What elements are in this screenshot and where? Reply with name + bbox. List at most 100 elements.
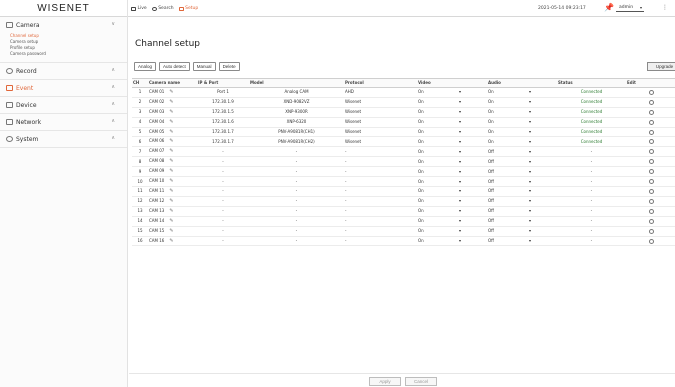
camera-setup-icon[interactable] <box>649 99 654 105</box>
video-dropdown-cell[interactable]: ▾ <box>458 196 487 207</box>
table-row[interactable]: 14 CAM 14 ✎ - - - On ▾ Off ▾ - <box>132 216 675 227</box>
camera-setup-icon[interactable] <box>649 149 654 155</box>
table-row[interactable]: 3 CAM 03 ✎ 172.30.1.5 XNP-9300R Wisenet On ▾ On ▾… <box>132 107 675 118</box>
table-row[interactable]: 6 CAM 06 ✎ 172.30.1.7 PNV-A9081R(CH2) Wisenet… <box>132 136 675 148</box>
cancel-button[interactable]: Cancel <box>405 377 437 386</box>
table-row[interactable]: 10 CAM 10 ✎ - - - On ▾ Off ▾ - <box>132 176 675 187</box>
audio-dropdown-cell[interactable]: ▾ <box>528 107 557 118</box>
camera-setup-icon[interactable] <box>649 89 654 95</box>
video-dropdown-cell[interactable]: ▾ <box>458 206 487 217</box>
camera-setup-icon[interactable] <box>649 179 654 185</box>
camera-setup-icon[interactable] <box>649 159 654 165</box>
more-icon[interactable]: ⋮ <box>662 4 668 11</box>
audio-dropdown-cell[interactable]: ▾ <box>528 117 557 128</box>
audio-dropdown-cell[interactable]: ▾ <box>528 206 557 217</box>
audio-dropdown-cell[interactable]: ▾ <box>528 186 557 197</box>
table-row[interactable]: 9 CAM 09 ✎ - - - On ▾ Off ▾ - <box>132 166 675 178</box>
analog-button[interactable]: Analog <box>134 62 157 71</box>
table-row[interactable]: 15 CAM 15 ✎ - - - On ▾ Off ▾ - <box>132 226 675 237</box>
video-dropdown-cell[interactable]: ▾ <box>458 146 487 158</box>
manual-button[interactable]: Manual <box>192 62 216 71</box>
pencil-icon[interactable]: ✎ <box>169 129 173 136</box>
table-row[interactable]: 5 CAM 05 ✎ 172.30.1.7 PNV-A9081R(CH1) Wisenet… <box>132 127 675 138</box>
sidebar-item-device[interactable]: Device ∧ <box>0 97 127 113</box>
table-row[interactable]: 13 CAM 13 ✎ - - - On ▾ Off ▾ - <box>132 206 675 217</box>
camera-setup-icon[interactable] <box>649 119 654 125</box>
nav-setup[interactable]: Setup <box>178 6 198 11</box>
video-dropdown-cell[interactable]: ▾ <box>458 127 487 138</box>
pencil-icon[interactable]: ✎ <box>169 89 173 96</box>
pencil-icon[interactable]: ✎ <box>169 178 173 185</box>
audio-dropdown-cell[interactable]: ▾ <box>528 176 557 187</box>
pencil-icon[interactable]: ✎ <box>169 109 173 116</box>
audio-dropdown-cell[interactable]: ▾ <box>528 216 557 227</box>
camera-setup-icon[interactable] <box>649 238 654 244</box>
video-dropdown-cell[interactable]: ▾ <box>458 136 487 148</box>
audio-dropdown-cell[interactable]: ▾ <box>528 196 557 207</box>
video-dropdown-cell[interactable]: ▾ <box>458 156 487 168</box>
sidebar-subitem-camera-password[interactable]: Camera password <box>10 51 127 57</box>
audio-dropdown-cell[interactable]: ▾ <box>528 127 557 138</box>
camera-setup-icon[interactable] <box>649 129 654 135</box>
upgrade-button[interactable]: Upgrade <box>647 62 675 71</box>
camera-setup-icon[interactable] <box>649 139 654 145</box>
audio-dropdown-cell[interactable]: ▾ <box>528 226 557 237</box>
pencil-icon[interactable]: ✎ <box>169 119 173 126</box>
video-dropdown-cell[interactable]: ▾ <box>458 186 487 197</box>
audio-dropdown-cell[interactable]: ▾ <box>528 166 557 178</box>
video-dropdown-cell[interactable]: ▾ <box>458 117 487 128</box>
audio-dropdown-cell[interactable]: ▾ <box>528 87 557 98</box>
pencil-icon[interactable]: ✎ <box>169 168 173 175</box>
pencil-icon[interactable]: ✎ <box>169 208 173 215</box>
nav-search[interactable]: Search <box>151 6 174 11</box>
delete-button[interactable]: Delete <box>218 62 240 71</box>
table-row[interactable]: 8 CAM 08 ✎ - - - On ▾ Off ▾ - <box>132 156 675 168</box>
pencil-icon[interactable]: ✎ <box>169 148 173 155</box>
pencil-icon[interactable]: ✎ <box>169 158 173 165</box>
camera-setup-icon[interactable] <box>649 228 654 234</box>
pencil-icon[interactable]: ✎ <box>169 238 173 245</box>
video-dropdown-cell[interactable]: ▾ <box>458 236 487 247</box>
audio-dropdown-cell[interactable]: ▾ <box>528 97 557 108</box>
sidebar-item-camera[interactable]: Camera ∨ <box>0 17 127 33</box>
video-dropdown-cell[interactable]: ▾ <box>458 176 487 187</box>
camera-setup-icon[interactable] <box>649 188 654 194</box>
nav-live[interactable]: Live <box>131 6 147 11</box>
pencil-icon[interactable]: ✎ <box>169 218 173 225</box>
video-dropdown-cell[interactable]: ▾ <box>458 107 487 118</box>
video-dropdown-cell[interactable]: ▾ <box>458 97 487 108</box>
audio-dropdown-cell[interactable]: ▾ <box>528 146 557 158</box>
camera-setup-icon[interactable] <box>649 169 654 175</box>
table-row[interactable]: 4 CAM 04 ✎ 172.30.1.6 XNP-6320 Wisenet On ▾ On ▾ C… <box>132 117 675 128</box>
camera-setup-icon[interactable] <box>649 198 654 204</box>
pencil-icon[interactable]: ✎ <box>169 188 173 195</box>
pencil-icon[interactable]: ✎ <box>169 99 173 106</box>
sidebar-item-record[interactable]: Record ∧ <box>0 63 127 79</box>
apply-button[interactable]: Apply <box>369 377 401 386</box>
pencil-icon[interactable]: ✎ <box>169 198 173 205</box>
sidebar-item-system[interactable]: System ∧ <box>0 131 127 147</box>
table-row[interactable]: 16 CAM 16 ✎ - - - On ▾ Off ▾ - <box>132 236 675 247</box>
camera-setup-icon[interactable] <box>649 218 654 224</box>
pin-icon[interactable]: 📌 <box>604 4 614 12</box>
camera-setup-icon[interactable] <box>649 109 654 115</box>
table-row[interactable]: 2 CAM 02 ✎ 172.30.1.9 XND-9082VZ Wisenet On ▾ On… <box>132 97 675 108</box>
sidebar-item-network[interactable]: Network ∧ <box>0 114 127 130</box>
pencil-icon[interactable]: ✎ <box>169 228 173 235</box>
table-row[interactable]: 1 CAM 01 ✎ Port 1 Analog CAM AHD On ▾ On ▾ Connect… <box>132 87 675 98</box>
table-row[interactable]: 11 CAM 11 ✎ - - - On ▾ Off ▾ - <box>132 186 675 197</box>
audio-dropdown-cell[interactable]: ▾ <box>528 156 557 168</box>
table-row[interactable]: 7 CAM 07 ✎ - - - On ▾ Off ▾ - <box>132 146 675 158</box>
pencil-icon[interactable]: ✎ <box>169 138 173 145</box>
user-dropdown[interactable]: admin ▾ <box>616 5 644 12</box>
video-dropdown-cell[interactable]: ▾ <box>458 166 487 178</box>
camera-setup-icon[interactable] <box>649 208 654 214</box>
video-dropdown-cell[interactable]: ▾ <box>458 226 487 237</box>
video-dropdown-cell[interactable]: ▾ <box>458 87 487 98</box>
table-row[interactable]: 12 CAM 12 ✎ - - - On ▾ Off ▾ - <box>132 196 675 207</box>
audio-dropdown-cell[interactable]: ▾ <box>528 136 557 148</box>
audio-dropdown-cell[interactable]: ▾ <box>528 236 557 247</box>
auto-detect-button[interactable]: Auto detect <box>159 62 190 71</box>
sidebar-item-event[interactable]: Event ∧ <box>0 80 127 96</box>
video-dropdown-cell[interactable]: ▾ <box>458 216 487 227</box>
